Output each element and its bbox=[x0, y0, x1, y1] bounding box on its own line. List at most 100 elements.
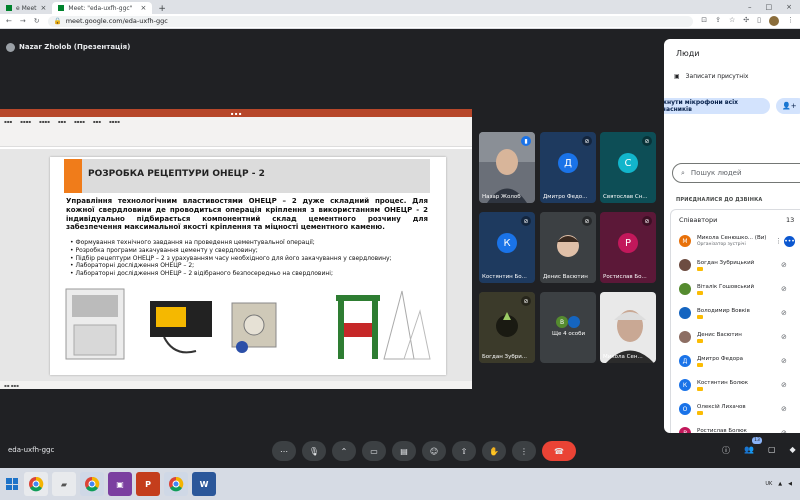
slide-bullet: Лабораторні дослідження ОНЕЦР – 2; bbox=[70, 262, 430, 270]
microphone-icon[interactable]: 🎙 bbox=[302, 441, 326, 461]
contributors-group[interactable]: Співавтори 13 bbox=[670, 209, 800, 229]
camera-icon[interactable]: ▭ bbox=[362, 441, 386, 461]
powerpoint-title-bar: ▪ ▪ ▪ bbox=[0, 109, 472, 117]
volume-icon[interactable]: ◀ bbox=[788, 481, 792, 487]
video-tile[interactable]: К ⊘ Костянтин Бо... bbox=[479, 212, 535, 283]
mic-off-icon[interactable]: ⊘ bbox=[781, 309, 787, 317]
participant-row[interactable]: Віталік Гошовський ⊘ bbox=[670, 277, 800, 301]
video-tile[interactable]: ⊘ Денис Васютин bbox=[540, 212, 596, 283]
browser-tab-active[interactable]: Meet: "eda-uxfh-ggc" × bbox=[52, 2, 153, 14]
cast-icon[interactable]: ⊡ bbox=[701, 16, 707, 26]
participant-info: Микола Сенюшко... (Ви) Організатор зустрі… bbox=[697, 235, 766, 247]
video-tile[interactable]: Д ⊘ Дмитро Федо... bbox=[540, 132, 596, 203]
emoji-icon[interactable]: ☺ bbox=[422, 441, 446, 461]
participant-row[interactable]: Богдан Зубрицький ⊘ bbox=[670, 253, 800, 277]
search-people[interactable]: ⌕ Пошук людей bbox=[672, 163, 800, 183]
participant-row[interactable]: Володимир Вовків ⊘ bbox=[670, 301, 800, 325]
back-icon[interactable]: ← bbox=[6, 17, 12, 25]
forward-icon[interactable]: → bbox=[20, 17, 26, 25]
participant-avatar: Д bbox=[558, 153, 578, 174]
info-icon[interactable]: ⓘ bbox=[722, 445, 730, 456]
participant-avatar bbox=[679, 283, 691, 295]
browser-tab[interactable]: e Meet × bbox=[0, 2, 52, 14]
mic-off-icon: ⊘ bbox=[582, 216, 592, 226]
maximize-icon[interactable]: □ bbox=[766, 3, 773, 11]
participant-row[interactable]: М Микола Сенюшко... (Ви) Організатор зустр… bbox=[670, 229, 800, 253]
extensions-icon[interactable]: ✣ bbox=[743, 16, 749, 26]
save-taskbar-icon[interactable]: ▣ bbox=[108, 472, 132, 496]
video-tile[interactable]: Р ⊘ Ростислав Бо... bbox=[600, 212, 656, 283]
presenter-label: Nazar Zholob (Презентація) bbox=[0, 40, 130, 54]
mic-off-icon[interactable]: ⊘ bbox=[781, 381, 787, 389]
chevron-up-icon[interactable]: ⌃ bbox=[332, 441, 356, 461]
powerpoint-ribbon bbox=[0, 125, 472, 147]
present-screen-icon[interactable]: ⇧ bbox=[452, 441, 476, 461]
powerpoint-status-bar: ▪▪ ▪▪▪ bbox=[0, 381, 472, 389]
minimize-icon[interactable]: – bbox=[748, 3, 752, 11]
chat-icon[interactable]: ▢ bbox=[768, 445, 776, 456]
reload-icon[interactable]: ↻ bbox=[34, 17, 40, 25]
video-tile[interactable]: С ⊘ Святослав Сн... bbox=[600, 132, 656, 203]
participant-info: Володимир Вовків bbox=[697, 308, 750, 319]
others-tile[interactable]: В Ще 4 особи bbox=[540, 292, 596, 363]
participant-row[interactable]: К Костянтин Болюк ⊘ bbox=[670, 373, 800, 397]
video-tile[interactable]: ▮ Назар Жолоб bbox=[479, 132, 535, 203]
network-icon[interactable]: ▲ bbox=[778, 481, 782, 487]
windows-start-icon[interactable] bbox=[6, 478, 18, 490]
powerpoint-taskbar-icon[interactable]: P bbox=[136, 472, 160, 496]
participant-row[interactable]: Р Ростислав Болюк ⊘ bbox=[670, 421, 800, 433]
share-icon[interactable]: ⇪ bbox=[715, 16, 721, 26]
participant-more-icon[interactable]: ⋮ bbox=[775, 237, 782, 245]
captions-icon[interactable]: ▤ bbox=[392, 441, 416, 461]
more-options-icon[interactable]: ⋮ bbox=[512, 441, 536, 461]
participant-row[interactable]: О Олексій Лихачов ⊘ bbox=[670, 397, 800, 421]
new-tab-icon[interactable]: + bbox=[152, 4, 172, 14]
slide-paragraph: Управління технологічним властивостями О… bbox=[66, 197, 428, 232]
folder-taskbar-icon[interactable]: ▰ bbox=[52, 472, 76, 496]
close-window-icon[interactable]: × bbox=[786, 3, 792, 11]
close-tab-icon[interactable]: × bbox=[141, 4, 147, 12]
mic-off-icon: ⊘ bbox=[642, 136, 652, 146]
profile-avatar[interactable] bbox=[769, 16, 779, 26]
tab-label: e Meet bbox=[16, 4, 37, 12]
word-taskbar-icon[interactable]: W bbox=[192, 472, 216, 496]
activities-icon[interactable]: ◆ bbox=[790, 445, 796, 456]
menu-icon[interactable]: ⋮ bbox=[787, 16, 794, 26]
raise-hand-icon[interactable]: ✋ bbox=[482, 441, 506, 461]
participant-role: Організатор зустрічі bbox=[697, 242, 746, 247]
record-attendance[interactable]: ▣ Записати присутніх bbox=[674, 73, 748, 80]
mic-off-icon[interactable]: ⊘ bbox=[781, 261, 787, 269]
sidebar-icon[interactable]: ▯ bbox=[757, 16, 761, 26]
mic-off-icon[interactable]: ⊘ bbox=[781, 429, 787, 433]
participant-row[interactable]: Денис Васютин ⊘ bbox=[670, 325, 800, 349]
participant-row[interactable]: Д Дмитро Федора ⊘ bbox=[670, 349, 800, 373]
mic-off-icon[interactable]: ⊘ bbox=[781, 285, 787, 293]
video-tile[interactable]: ⊘ Богдан Зубри... bbox=[479, 292, 535, 363]
chrome-taskbar-icon[interactable] bbox=[80, 472, 104, 496]
end-call-button[interactable]: ☎ bbox=[542, 441, 576, 461]
tab-label: Meet: "eda-uxfh-ggc" bbox=[68, 4, 133, 12]
chrome-taskbar-icon[interactable] bbox=[164, 472, 188, 496]
video-tile[interactable]: Микола Сен... bbox=[600, 292, 656, 363]
url-field[interactable]: 🔒 meet.google.com/eda-uxfh-ggc bbox=[47, 15, 694, 27]
participant-avatar: Р bbox=[618, 233, 638, 254]
mute-all-button[interactable]: мкнути мікрофони всіх учасників bbox=[664, 98, 770, 114]
slide-bullet: Підбір рецептури ОНЕЦР – 2 з урахуванням… bbox=[70, 255, 430, 263]
mic-off-icon[interactable]: ⊘ bbox=[781, 357, 787, 365]
mic-off-icon[interactable]: ⊘ bbox=[781, 333, 787, 341]
mic-off-icon[interactable]: ⊘ bbox=[781, 405, 787, 413]
lab-device-4 bbox=[336, 290, 431, 360]
participant-name: Назар Жолоб bbox=[482, 194, 521, 200]
language-indicator[interactable]: UK bbox=[765, 481, 772, 487]
star-icon[interactable]: ☆ bbox=[729, 16, 735, 26]
more-mic-options-icon[interactable]: ⋯ bbox=[272, 441, 296, 461]
participant-name: Володимир Вовків bbox=[697, 307, 750, 314]
people-icon[interactable]: 👥 bbox=[744, 445, 754, 456]
contributor-badge-icon bbox=[697, 314, 703, 319]
meet-favicon-icon bbox=[6, 5, 12, 11]
close-tab-icon[interactable]: × bbox=[41, 4, 47, 12]
add-people-button[interactable]: 👤+ bbox=[776, 98, 800, 114]
participant-name: Дмитро Федо... bbox=[543, 194, 588, 200]
slide-bullet: Формування технічного завдання на провед… bbox=[70, 239, 430, 247]
chrome-taskbar-icon[interactable] bbox=[24, 472, 48, 496]
